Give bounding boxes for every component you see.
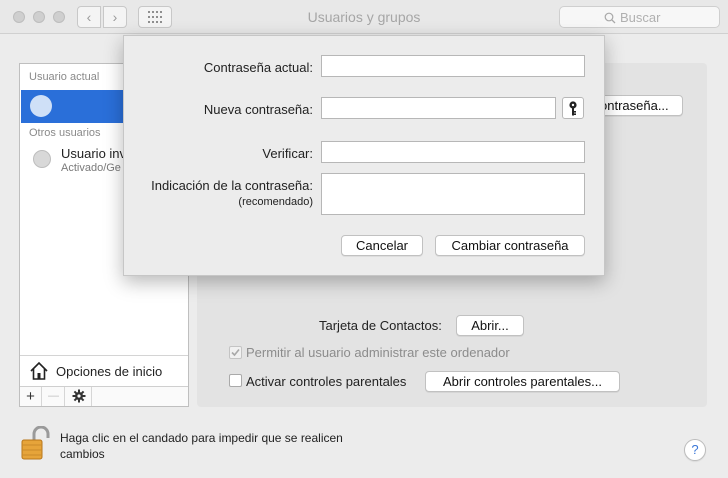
new-password-label: Nueva contraseña: bbox=[203, 102, 313, 117]
allow-admin-checkbox[interactable] bbox=[229, 346, 242, 359]
list-actions-bar: + — bbox=[20, 386, 188, 406]
lock-message: Haga clic en el candado para impedir que… bbox=[60, 431, 343, 461]
parental-controls-checkbox[interactable] bbox=[229, 374, 242, 387]
parental-controls-label: Activar controles parentales bbox=[246, 374, 407, 389]
password-assistant-button[interactable] bbox=[562, 97, 584, 119]
cancel-button[interactable]: Cancelar bbox=[341, 235, 423, 256]
unlocked-padlock-icon[interactable] bbox=[20, 426, 50, 462]
other-user-name: Usuario inv bbox=[61, 146, 127, 161]
open-contacts-button[interactable]: Abrir... bbox=[456, 315, 524, 336]
change-password-sheet: Contraseña actual: Nueva contraseña: Ver… bbox=[123, 35, 605, 276]
action-menu-button[interactable] bbox=[66, 387, 92, 406]
password-hint-note: (recomendado) bbox=[238, 196, 313, 208]
current-user-item[interactable] bbox=[21, 90, 124, 123]
avatar bbox=[30, 95, 52, 117]
login-options-label: Opciones de inicio bbox=[56, 364, 163, 379]
password-hint-field[interactable] bbox=[321, 173, 585, 215]
other-user-role: Activado/Ge bbox=[61, 162, 121, 174]
key-icon bbox=[569, 101, 577, 116]
login-options-item[interactable]: Opciones de inicio bbox=[20, 355, 188, 386]
verify-password-field[interactable] bbox=[321, 141, 585, 163]
add-user-button[interactable]: + bbox=[20, 387, 42, 406]
avatar bbox=[33, 150, 51, 168]
help-button[interactable]: ? bbox=[684, 439, 706, 461]
allow-admin-label: Permitir al usuario administrar este ord… bbox=[246, 345, 510, 360]
search-icon bbox=[604, 12, 616, 24]
new-password-field[interactable] bbox=[321, 97, 556, 119]
other-users-header: Otros usuarios bbox=[29, 127, 101, 139]
current-password-field[interactable] bbox=[321, 55, 585, 77]
house-icon bbox=[30, 361, 48, 380]
change-password-submit-button[interactable]: Cambiar contraseña bbox=[435, 235, 585, 256]
remove-user-button[interactable]: — bbox=[43, 387, 65, 406]
checkmark-icon bbox=[231, 348, 240, 357]
current-password-label: Contraseña actual: bbox=[203, 60, 313, 75]
title-bar: ‹ › Usuarios y grupos Buscar bbox=[0, 0, 728, 34]
gear-icon bbox=[72, 389, 85, 403]
password-hint-label: Indicación de la contraseña: bbox=[151, 178, 313, 193]
change-password-button[interactable]: ontraseña... bbox=[596, 95, 683, 116]
verify-label: Verificar: bbox=[262, 146, 313, 161]
contacts-label: Tarjeta de Contactos: bbox=[319, 318, 442, 333]
search-placeholder: Buscar bbox=[620, 10, 661, 25]
search-field[interactable]: Buscar bbox=[559, 6, 720, 28]
open-parental-controls-button[interactable]: Abrir controles parentales... bbox=[425, 371, 620, 392]
current-user-header: Usuario actual bbox=[29, 71, 100, 83]
